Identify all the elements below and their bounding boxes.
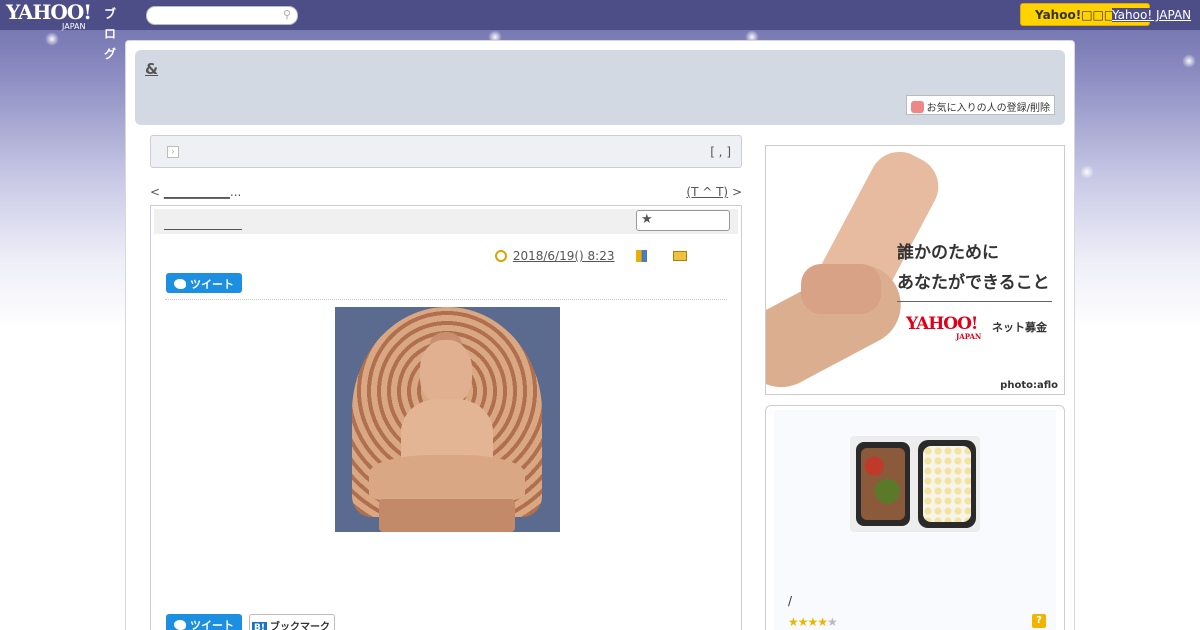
yahoo-japan-link[interactable]: Yahoo! JAPAN xyxy=(1112,8,1192,22)
prev-post-title: ___________ xyxy=(163,185,230,199)
blog-title[interactable]: & xyxy=(145,60,158,78)
bento-rice xyxy=(923,446,971,522)
prev-post-link[interactable]: < ___________... xyxy=(150,185,241,199)
sidebar-caption[interactable]: / xyxy=(788,594,792,608)
next-post-link[interactable]: (T ^ T) > xyxy=(686,185,742,199)
ad-headline: 誰かのために あなたができること xyxy=(897,238,1050,298)
post-date[interactable]: 2018/6/19() 8:23 xyxy=(513,249,615,263)
article-title[interactable] xyxy=(164,216,242,230)
bento-side-box xyxy=(856,442,910,526)
prev-suffix: ... xyxy=(229,185,242,199)
prev-marker: < xyxy=(150,185,161,199)
twitter-icon xyxy=(174,279,186,289)
sidebar-inner: / ★★★★★ ? xyxy=(774,410,1056,630)
top-bar: YAHOO! JAPAN ブログ ⚲ Yahoo!□□□ Yahoo! JAPA… xyxy=(0,0,1200,61)
ad-line-2: あなたができること xyxy=(897,273,1050,293)
hatena-icon: B! xyxy=(252,622,267,630)
tweet-label: ツイート xyxy=(190,619,234,630)
search-input[interactable]: ⚲ xyxy=(146,6,298,25)
bento-rice-box xyxy=(918,440,976,528)
statue-legs xyxy=(369,455,525,501)
folder-icon xyxy=(673,251,688,261)
statue-head xyxy=(420,340,472,404)
arrow-icon[interactable]: › xyxy=(167,146,179,158)
star-button[interactable]: ★ xyxy=(636,210,730,231)
tweet-label: ツイート xyxy=(190,278,234,291)
ad-yahoo-sub: JAPAN xyxy=(956,332,982,341)
help-icon[interactable]: ? xyxy=(1032,614,1046,628)
favorite-button-label: お気に入りの人の登録/削除 xyxy=(926,103,1050,114)
ad-line-1: 誰かのために xyxy=(897,243,999,263)
bento-image[interactable] xyxy=(850,436,980,532)
ad-yahoo-text: YAHOO! xyxy=(906,314,978,334)
breadcrumb-meta: [ , ] xyxy=(710,145,731,159)
tweet-button-bottom[interactable]: ツイート xyxy=(166,614,242,630)
stars-empty: ★ xyxy=(827,615,838,629)
buddha-statue-image xyxy=(335,307,560,532)
heart-icon xyxy=(910,101,924,113)
article: ★ 2018/6/19() 8:23 ツイート ツイート B! ブックマーク xyxy=(150,205,742,630)
next-post-title: (T ^ T) xyxy=(686,185,729,199)
twitter-icon xyxy=(174,620,186,630)
ad-yahoo-logo: YAHOO! JAPAN xyxy=(906,314,981,341)
hatena-bookmark-button[interactable]: B! ブックマーク xyxy=(249,614,335,630)
article-meta: 2018/6/19() 8:23 xyxy=(495,249,690,263)
ad-net-donation: ネット募金 xyxy=(992,321,1047,334)
blog-header: & お気に入りの人の登録/削除 xyxy=(135,50,1065,125)
stars-filled: ★★★★ xyxy=(788,615,828,629)
clock-icon xyxy=(495,250,507,262)
star-icon: ★ xyxy=(641,212,653,227)
bookmark-label: ブックマーク xyxy=(269,622,330,630)
favorite-register-button[interactable]: お気に入りの人の登録/削除 xyxy=(905,95,1055,115)
snow-decoration xyxy=(1182,54,1196,68)
rating-stars: ★★★★★ xyxy=(788,615,838,629)
sidebar-box: / ★★★★★ ? xyxy=(765,405,1065,630)
search-icon[interactable]: ⚲ xyxy=(283,8,291,21)
logo-sub: JAPAN xyxy=(62,22,86,31)
bento-food xyxy=(861,448,905,520)
snow-decoration xyxy=(1080,165,1094,179)
breadcrumb: › [ , ] xyxy=(150,135,742,168)
divider xyxy=(165,299,727,300)
ad-photo-credit: photo:aflo xyxy=(1000,380,1058,391)
next-marker: > xyxy=(731,185,742,199)
donation-ad-banner[interactable]: 誰かのために あなたができること YAHOO! JAPAN ネット募金 phot… xyxy=(765,145,1065,395)
ad-hands-shape xyxy=(801,264,881,314)
logo-blog: ブログ xyxy=(104,7,117,61)
article-header: ★ xyxy=(154,209,738,234)
snow-decoration xyxy=(45,32,59,46)
book-icon[interactable] xyxy=(636,250,648,262)
ad-divider xyxy=(897,301,1052,302)
yahoo-blog-logo[interactable]: YAHOO! JAPAN ブログ xyxy=(6,2,116,61)
statue-base xyxy=(379,499,515,532)
tweet-button-top[interactable]: ツイート xyxy=(166,273,242,293)
